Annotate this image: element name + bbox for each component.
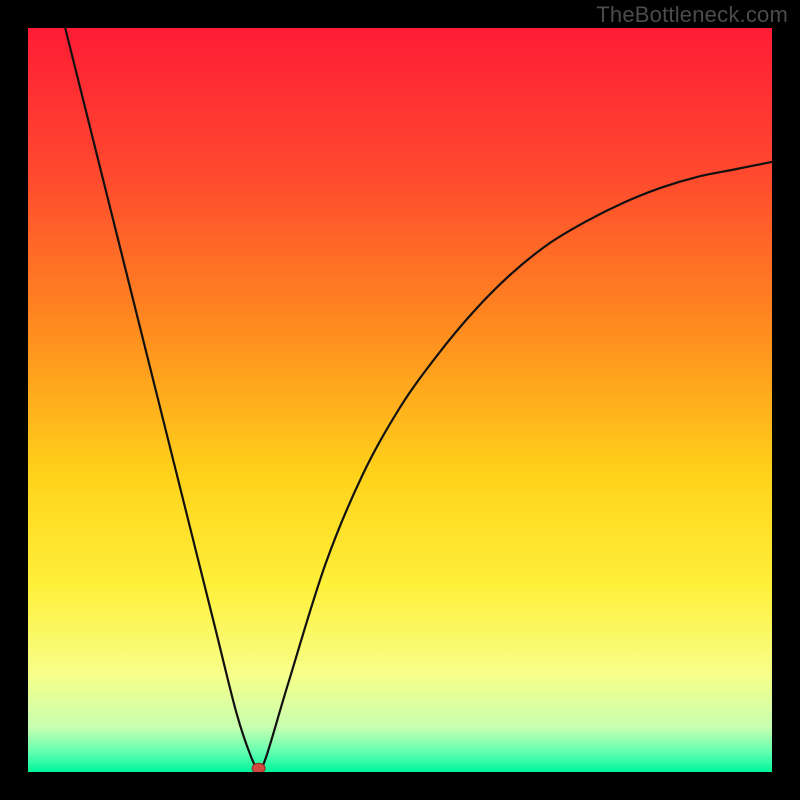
plot-svg xyxy=(28,28,772,772)
attribution-label: TheBottleneck.com xyxy=(596,2,788,28)
optimal-point-marker xyxy=(252,763,265,772)
plot-area xyxy=(28,28,772,772)
gradient-background xyxy=(28,28,772,772)
chart-frame: TheBottleneck.com xyxy=(0,0,800,800)
